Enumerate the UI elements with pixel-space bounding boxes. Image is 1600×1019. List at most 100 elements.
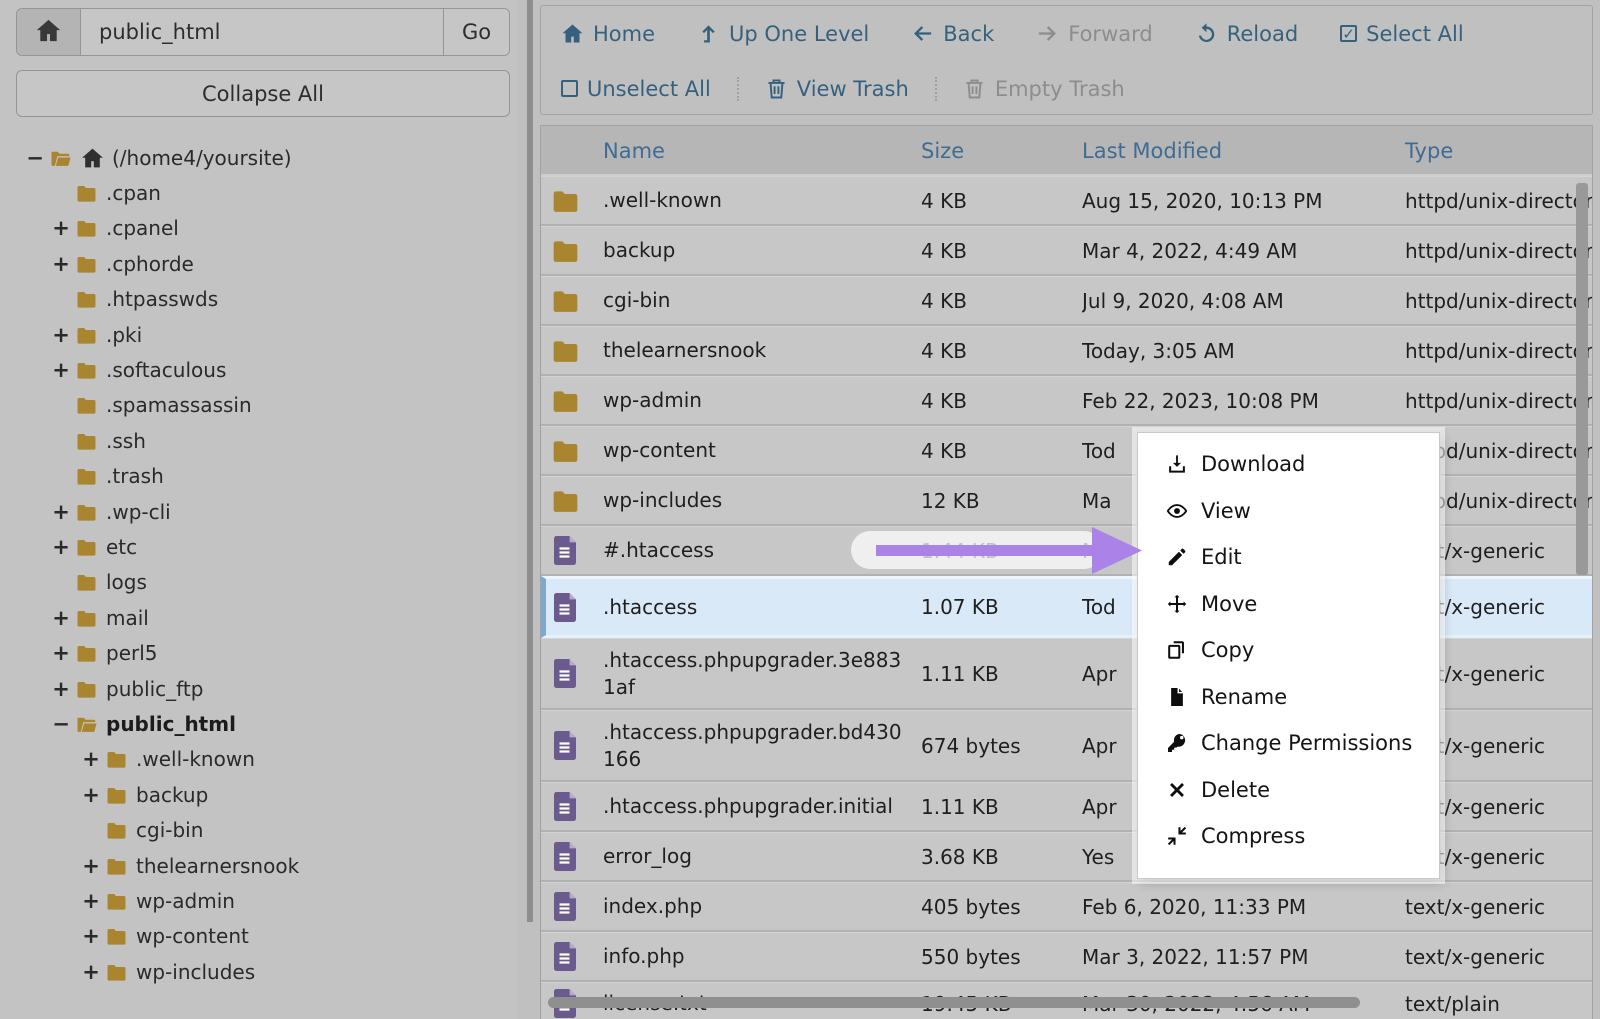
compress-icon	[1166, 825, 1188, 847]
expand-icon[interactable]: +	[50, 641, 72, 665]
expand-icon[interactable]: +	[80, 889, 102, 913]
path-input[interactable]	[81, 9, 443, 55]
sidebar-scrollbar[interactable]	[527, 0, 533, 922]
up-one-level-button[interactable]: Up One Level	[697, 22, 869, 46]
reload-button[interactable]: Reload	[1195, 22, 1298, 46]
tree-item-label: .spamassassin	[106, 393, 252, 417]
expand-icon[interactable]: +	[80, 854, 102, 878]
folder-icon	[74, 359, 99, 381]
tree-item-.spamassassin[interactable]: .spamassassin	[0, 388, 518, 423]
expand-icon[interactable]: +	[50, 606, 72, 630]
folder-icon	[104, 925, 129, 947]
folder-icon	[74, 465, 99, 487]
expand-icon[interactable]: +	[50, 500, 72, 524]
tree-item-etc[interactable]: +etc	[0, 529, 518, 564]
table-row-cgi-bin[interactable]: cgi-bin4 KBJul 9, 2020, 4:08 AMhttpd/uni…	[541, 276, 1592, 326]
context-menu-item-view[interactable]: View	[1138, 488, 1439, 535]
tree-item-.well-known[interactable]: + .well-known	[0, 742, 518, 777]
column-header-type[interactable]: Type	[1405, 126, 1453, 176]
expand-icon[interactable]: +	[50, 323, 72, 347]
tree-item-.pki[interactable]: +.pki	[0, 317, 518, 352]
tree-item-label: .htpasswds	[106, 287, 218, 311]
tree-item-root[interactable]: −(/home4/yoursite)	[0, 140, 518, 175]
expand-icon[interactable]: +	[50, 535, 72, 559]
expand-icon[interactable]: +	[80, 783, 102, 807]
context-menu-item-change-permissions[interactable]: Change Permissions	[1138, 720, 1439, 767]
select-all-button[interactable]: ✓Select All	[1340, 22, 1464, 46]
folder-icon	[551, 227, 587, 274]
table-row-thelearnersnook[interactable]: thelearnersnook4 KBToday, 3:05 AMhttpd/u…	[541, 326, 1592, 376]
expand-icon[interactable]: +	[50, 216, 72, 240]
view-trash-button[interactable]: View Trash	[737, 77, 909, 101]
context-menu-item-edit[interactable]: Edit	[1138, 534, 1439, 581]
tree-item-label: cgi-bin	[136, 818, 203, 842]
table-row-backup[interactable]: backup4 KBMar 4, 2022, 4:49 AMhttpd/unix…	[541, 226, 1592, 276]
tree-item-.softaculous[interactable]: +.softaculous	[0, 352, 518, 387]
unselect-all-button[interactable]: Unselect All	[561, 77, 711, 101]
folder-icon	[551, 427, 587, 474]
expand-icon[interactable]: +	[80, 924, 102, 948]
tree-item-.cphorde[interactable]: +.cphorde	[0, 246, 518, 281]
tree-item-.trash[interactable]: .trash	[0, 459, 518, 494]
tree-item-mail[interactable]: +mail	[0, 600, 518, 635]
tree-item-.ssh[interactable]: .ssh	[0, 423, 518, 458]
file-type: httpd/unix-directory	[1405, 377, 1593, 424]
tree-item-.cpan[interactable]: .cpan	[0, 175, 518, 210]
rename-icon	[1166, 686, 1188, 708]
expand-icon[interactable]: +	[50, 252, 72, 276]
collapse-icon[interactable]: −	[50, 712, 72, 736]
tree-item-backup[interactable]: +backup	[0, 777, 518, 812]
context-menu-item-rename[interactable]: Rename	[1138, 674, 1439, 721]
table-row-wp-admin[interactable]: wp-admin4 KBFeb 22, 2023, 10:08 PMhttpd/…	[541, 376, 1592, 426]
context-menu-item-download[interactable]: Download	[1138, 441, 1439, 488]
table-row-.well-known[interactable]: .well-known4 KBAug 15, 2020, 10:13 PMhtt…	[541, 176, 1592, 226]
tree-item-label: .well-known	[136, 747, 255, 771]
back-button[interactable]: Back	[911, 22, 994, 46]
context-menu-item-move[interactable]: Move	[1138, 581, 1439, 628]
file-icon	[551, 711, 587, 780]
context-menu-item-compress[interactable]: Compress	[1138, 813, 1439, 860]
context-menu-item-copy[interactable]: Copy	[1138, 627, 1439, 674]
tree-item-perl5[interactable]: +perl5	[0, 635, 518, 670]
column-header-name[interactable]: Name	[603, 126, 665, 176]
expand-icon[interactable]: +	[50, 358, 72, 382]
tree-item-wp-content[interactable]: +wp-content	[0, 919, 518, 954]
tree-item-wp-admin[interactable]: +wp-admin	[0, 883, 518, 918]
tree-item-public_ftp[interactable]: +public_ftp	[0, 671, 518, 706]
home-button[interactable]	[17, 9, 81, 55]
expand-icon[interactable]: +	[50, 677, 72, 701]
collapse-all-button[interactable]: Collapse All	[16, 70, 510, 117]
tree-item-.cpanel[interactable]: +.cpanel	[0, 211, 518, 246]
tree-item-wp-includes[interactable]: +wp-includes	[0, 954, 518, 989]
table-horizontal-scrollbar[interactable]	[548, 997, 1360, 1008]
file-size: 4 KB	[921, 227, 1071, 274]
tree-item-public_html[interactable]: −public_html	[0, 706, 518, 741]
file-last-modified: Today, 3:05 AM	[1082, 327, 1398, 374]
column-header-modified[interactable]: Last Modified	[1082, 126, 1222, 176]
tree-item-.htpasswds[interactable]: .htpasswds	[0, 282, 518, 317]
table-vertical-scrollbar[interactable]	[1576, 183, 1588, 575]
eye-icon	[1166, 500, 1188, 522]
expand-icon[interactable]: +	[80, 960, 102, 984]
table-row-index.php[interactable]: index.php405 bytesFeb 6, 2020, 11:33 PMt…	[541, 882, 1592, 932]
file-last-modified: Feb 22, 2023, 10:08 PM	[1082, 377, 1398, 424]
tree-item-cgi-bin[interactable]: cgi-bin	[0, 812, 518, 847]
open-folder-icon	[48, 147, 73, 169]
tree-item-logs[interactable]: logs	[0, 565, 518, 600]
go-button[interactable]: Go	[443, 9, 509, 55]
folder-icon	[551, 327, 587, 374]
table-row-info.php[interactable]: info.php550 bytesMar 3, 2022, 11:57 PMte…	[541, 932, 1592, 982]
tree-item-.wp-cli[interactable]: +.wp-cli	[0, 494, 518, 529]
tree-item-thelearnersnook[interactable]: +thelearnersnook	[0, 848, 518, 883]
collapse-icon[interactable]: −	[24, 146, 46, 170]
context-menu-item-label: Move	[1201, 592, 1257, 616]
toolbar-button-label: Select All	[1366, 22, 1464, 46]
expand-icon[interactable]: +	[80, 747, 102, 771]
home-button[interactable]: Home	[561, 22, 655, 46]
file-icon	[551, 833, 587, 880]
file-size: 405 bytes	[921, 883, 1071, 930]
file-size: 1.11 KB	[921, 639, 1071, 708]
folder-icon	[551, 477, 587, 524]
context-menu-item-delete[interactable]: Delete	[1138, 767, 1439, 814]
column-header-size[interactable]: Size	[921, 126, 964, 176]
